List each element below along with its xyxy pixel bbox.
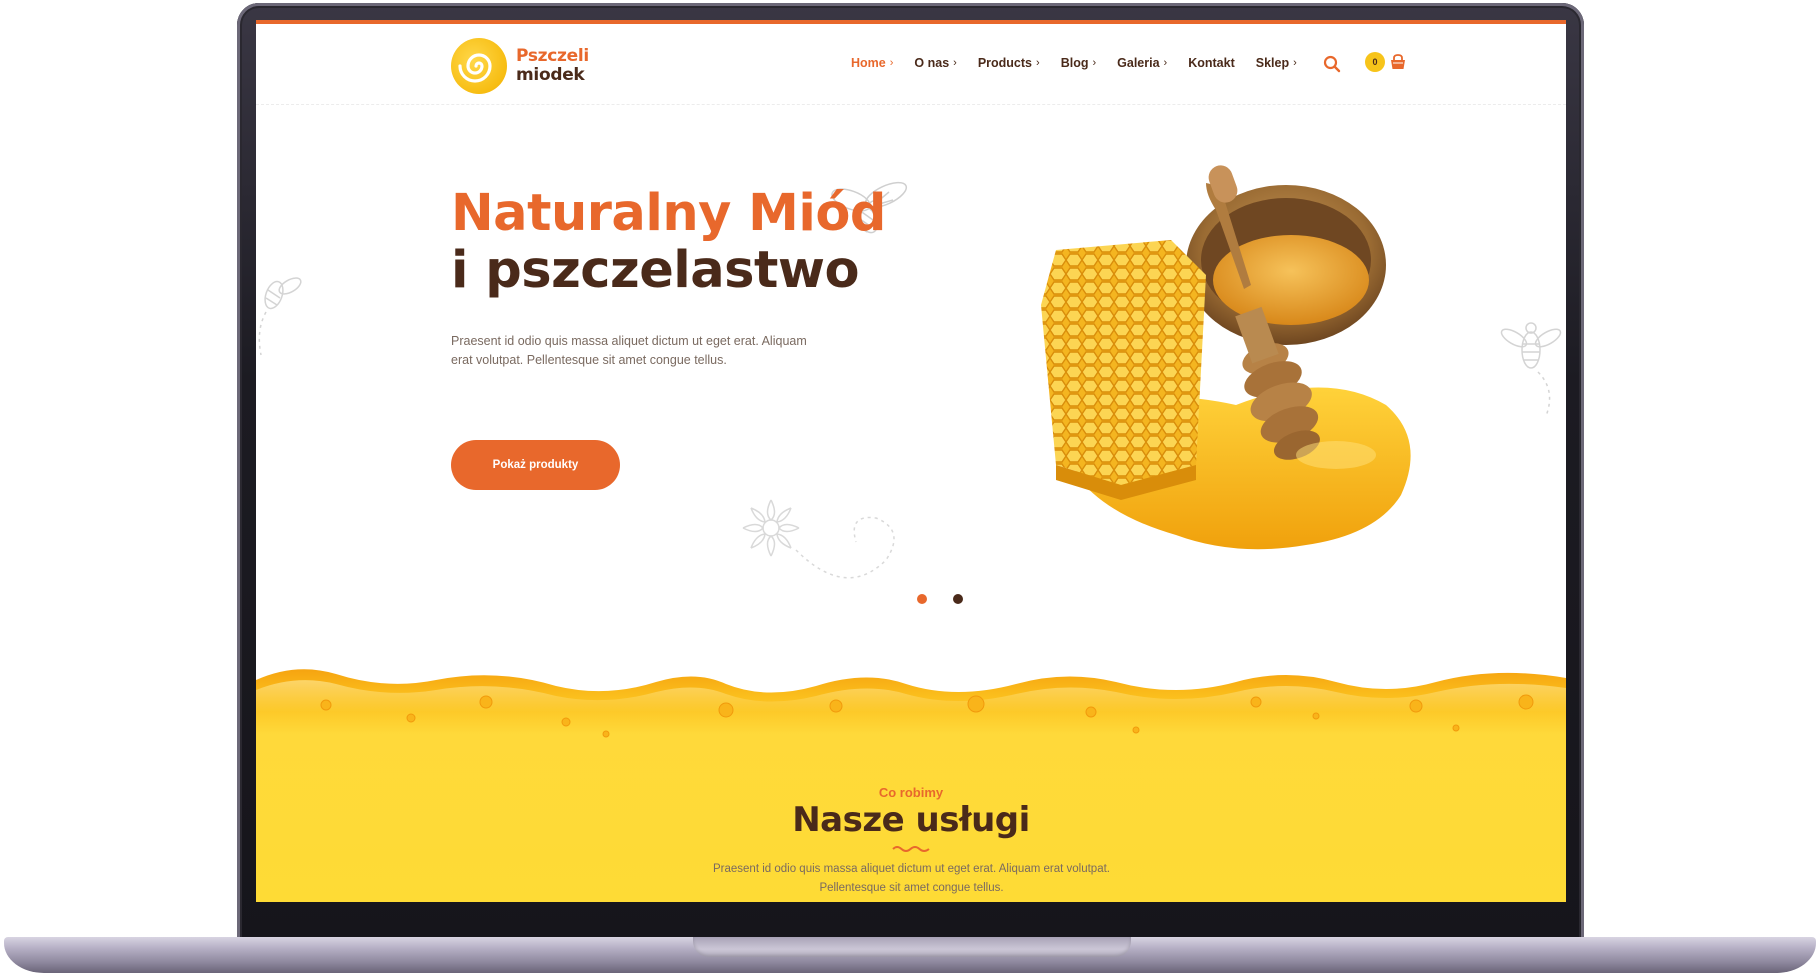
nav-item-label: O nas <box>914 56 950 70</box>
nav-item-galeria[interactable]: Galeria › <box>1117 56 1167 70</box>
slider-dot-2[interactable] <box>953 594 963 604</box>
site-logo[interactable]: Pszczeli miodek <box>451 38 589 94</box>
nav-item-label: Galeria <box>1117 56 1160 70</box>
bee-logo-icon <box>451 38 507 94</box>
cart-count-badge[interactable]: 0 <box>1365 52 1385 72</box>
laptop-hinge-notch <box>693 937 1131 957</box>
chevron-right-icon: › <box>1092 57 1097 69</box>
hero-description: Praesent id odio quis massa aliquet dict… <box>451 334 807 367</box>
nav-item-label: Kontakt <box>1188 56 1235 70</box>
bee-illustration-icon <box>258 277 302 356</box>
hero-title-line-2: i pszczelastwo <box>451 241 860 300</box>
nav-item-label: Sklep <box>1255 56 1290 70</box>
chevron-right-icon: › <box>1293 57 1297 69</box>
search-icon[interactable] <box>1322 54 1342 74</box>
nav-item-label: Blog <box>1060 56 1089 70</box>
main-navigation: Home › O nas › Products › Blog › Galeria… <box>851 56 1318 70</box>
nav-item-label: Home <box>851 56 886 70</box>
nav-item-products[interactable]: Products › <box>978 56 1040 70</box>
chevron-right-icon: › <box>1036 57 1040 69</box>
bee-illustration-icon <box>1500 322 1562 417</box>
nav-item-home[interactable]: Home › <box>851 56 893 70</box>
logo-wordmark: Pszczeli miodek <box>516 47 589 85</box>
hero-title: Naturalny Miód i pszczelastwo <box>451 185 886 299</box>
chevron-right-icon: › <box>1163 57 1168 69</box>
logo-line-2: miodek <box>516 65 585 85</box>
services-description: Praesent id odio quis massa aliquet dict… <box>713 863 1110 894</box>
chevron-right-icon: › <box>953 57 957 69</box>
browser-screen: Pszczeli miodek Home › O nas › Products … <box>256 20 1566 902</box>
hero-title-line-1: Naturalny Miód <box>451 184 886 243</box>
nav-item-blog[interactable]: Blog › <box>1061 56 1096 70</box>
services-kicker: Co robimy <box>878 785 944 800</box>
logo-line-1: Pszczeli <box>516 46 589 66</box>
chevron-right-icon: › <box>889 57 894 69</box>
nav-item-label: Products <box>977 56 1033 70</box>
nav-item-sklep[interactable]: Sklep › <box>1256 56 1297 70</box>
nav-item-kontakt[interactable]: Kontakt <box>1188 56 1235 70</box>
shopping-bag-icon[interactable] <box>1389 53 1407 71</box>
nav-item-o-nas[interactable]: O nas › <box>914 56 956 70</box>
slider-dot-1[interactable] <box>917 594 927 604</box>
show-products-button[interactable]: Pokaż produkty <box>451 440 620 490</box>
services-title: Nasze usługi <box>792 800 1030 840</box>
squiggle-divider-icon <box>892 846 930 852</box>
honeycomb-honey-bowl-image <box>1041 165 1411 550</box>
site-header: Pszczeli miodek Home › O nas › Products … <box>256 24 1566 105</box>
